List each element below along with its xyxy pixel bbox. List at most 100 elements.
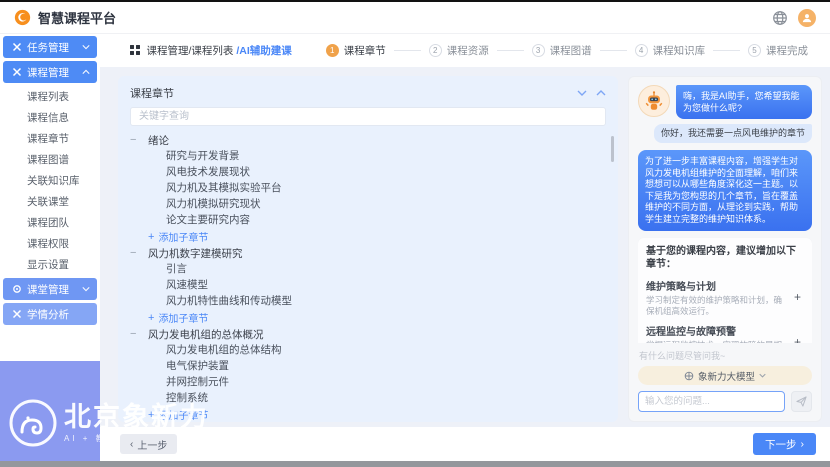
step-number: 3	[532, 44, 545, 57]
tree-child-row[interactable]: 研究与开发背景	[130, 148, 606, 164]
sidebar-subitem[interactable]: 课程章节	[0, 128, 100, 149]
prev-step-button[interactable]: ‹上一步	[120, 434, 177, 454]
tree-child-row[interactable]: 风电技术发展现状	[130, 164, 606, 180]
chapter-label: 绪论	[148, 133, 169, 148]
chapter-label: 风力机数字建模研究	[148, 246, 243, 261]
stepper-step[interactable]: 5课程完成	[748, 43, 808, 58]
collapse-toggle-icon[interactable]: −	[130, 330, 139, 339]
model-selector-label: 象新力大模型	[698, 369, 755, 383]
step-connector	[497, 50, 524, 51]
chevron-down-icon	[759, 373, 766, 378]
sidebar-item-label: 课程权限	[27, 236, 69, 251]
sidebar-item-label: 关联课堂	[27, 194, 69, 209]
stepper-step[interactable]: 3 课程图谱	[532, 43, 592, 58]
tree-child-row[interactable]: 论文主要研究内容	[130, 212, 606, 228]
ai-greeting-bubble: 嗨，我是AI助手，您希望我能为您做什么呢?	[676, 85, 812, 119]
sidebar-bottom-fill	[0, 361, 100, 461]
step-number: 5	[748, 44, 761, 57]
tree-parent-row[interactable]: −风力发电机组的总体概况	[130, 326, 606, 342]
next-step-button[interactable]: 下一步›	[753, 433, 816, 455]
stepper-step[interactable]: 1 课程章节	[326, 43, 386, 58]
suggestion-text: 远程监控与故障预警掌握远程监控技术，实现故障的早期预警与处理。	[646, 323, 787, 343]
plus-icon: +	[148, 409, 154, 421]
tree-child-row[interactable]: 风力机模拟研究现状	[130, 196, 606, 212]
platform-logo-icon	[14, 9, 31, 26]
model-icon	[684, 371, 694, 381]
collapse-toggle-icon[interactable]: −	[130, 136, 139, 145]
tree-child-row[interactable]: 风力机及其模拟实验平台	[130, 180, 606, 196]
grid-icon	[130, 45, 140, 55]
stepper-step[interactable]: 4 课程知识库	[635, 43, 706, 58]
sidebar-subitem[interactable]: 课程团队	[0, 212, 100, 233]
tree-child-row[interactable]: 风速模型	[130, 277, 606, 293]
chevron-down-icon	[82, 286, 90, 292]
sidebar-item-label: 课堂管理	[27, 282, 69, 297]
breadcrumb: 课程管理/课程列表 /AI辅助建课	[147, 43, 292, 58]
crossed-arrows-icon	[12, 309, 22, 319]
collapse-all-icon[interactable]	[577, 89, 587, 97]
tree-child-row[interactable]: 风力机特性曲线和传动模型	[130, 293, 606, 309]
sidebar-item-label: 任务管理	[27, 40, 69, 55]
chat-hint: 有什么问题尽管问我~	[639, 349, 811, 362]
breadcrumb-current[interactable]: /AI辅助建课	[236, 45, 291, 57]
chevron-left-icon: ‹	[130, 439, 133, 450]
add-suggestion-button[interactable]: +	[791, 290, 804, 304]
sidebar-subitem[interactable]: 关联知识库	[0, 170, 100, 191]
add-suggestion-button[interactable]: +	[791, 335, 804, 343]
plus-icon: +	[148, 312, 154, 324]
collapse-toggle-icon[interactable]: −	[130, 249, 139, 258]
sidebar-item[interactable]: 任务管理	[3, 36, 97, 58]
tree-child-row[interactable]: 控制系统	[130, 390, 606, 406]
add-subchapter-label: 添加子章节	[158, 407, 208, 422]
user-avatar[interactable]	[798, 9, 816, 27]
ai-robot-avatar	[638, 85, 670, 117]
sidebar-item[interactable]: 课堂管理	[3, 278, 97, 300]
model-selector[interactable]: 象新力大模型	[638, 366, 812, 385]
step-label: 课程资源	[447, 43, 489, 58]
globe-icon[interactable]	[772, 10, 788, 26]
page-topbar: 课程管理/课程列表 /AI辅助建课 1 课程章节 2课程资源 3 课程图谱 4 课程知识库 5…	[100, 33, 830, 67]
chapter-label: 风力发电机组的总体概况	[148, 327, 264, 342]
add-subchapter-link[interactable]: +添加子章节	[130, 228, 606, 245]
suggestion-description: 学习制定有效的维护策略和计划，确保机组高效运行。	[646, 295, 787, 316]
tree-child-row[interactable]: 风力发电机组的总体结构	[130, 342, 606, 358]
tree-child-row[interactable]: 电气保护装置	[130, 358, 606, 374]
sidebar-item-label: 学情分析	[27, 307, 69, 322]
send-button[interactable]	[791, 391, 812, 412]
sidebar-subitem[interactable]: 课程图谱	[0, 149, 100, 170]
gear-icon	[12, 284, 22, 294]
sidebar-subitem[interactable]: 课程信息	[0, 107, 100, 128]
chapters-panel: 课程章节 −绪论研究与开发背景风电技术发展现状风力机及其模拟实验平台风力机模拟研…	[118, 76, 618, 422]
step-connector	[713, 50, 740, 51]
step-number: 4	[635, 44, 648, 57]
tree-scrollbar[interactable]	[611, 136, 614, 162]
sidebar-subitem[interactable]: 关联课堂	[0, 191, 100, 212]
chevron-right-icon: ›	[801, 438, 805, 450]
tree-parent-row[interactable]: −风力机数字建模研究	[130, 245, 606, 261]
sidebar-subitem[interactable]: 课程权限	[0, 233, 100, 254]
sidebar-item[interactable]: 课程管理	[3, 61, 97, 83]
wizard-footer: ‹上一步 下一步›	[100, 427, 830, 461]
chapter-tree: −绪论研究与开发背景风电技术发展现状风力机及其模拟实验平台风力机模拟研究现状论文…	[130, 132, 606, 423]
add-subchapter-link[interactable]: +添加子章节	[130, 309, 606, 326]
add-subchapter-link[interactable]: + 添加子章节	[130, 406, 606, 423]
suggestion-item: 远程监控与故障预警掌握远程监控技术，实现故障的早期预警与处理。 +	[646, 323, 804, 343]
sidebar-subitem[interactable]: 显示设置	[0, 254, 100, 275]
tree-parent-row[interactable]: −绪论	[130, 132, 606, 148]
tree-child-row[interactable]: 引言	[130, 261, 606, 277]
sidebar-subitem[interactable]: 课程列表	[0, 86, 100, 107]
step-label: 课程章节	[344, 43, 386, 58]
suggestion-title: 远程监控与故障预警	[646, 323, 787, 338]
sidebar-item-label: 关联知识库	[27, 173, 80, 188]
sidebar-item[interactable]: 学情分析	[3, 303, 97, 325]
tree-child-row[interactable]: 并网控制元件	[130, 374, 606, 390]
step-label: 课程图谱	[550, 43, 592, 58]
question-input[interactable]	[638, 391, 785, 412]
stepper-step[interactable]: 2课程资源	[429, 43, 489, 58]
letterbox-top	[0, 0, 830, 2]
keyword-search-input[interactable]	[130, 107, 606, 126]
sidebar-item-label: 课程管理	[27, 65, 69, 80]
expand-all-icon[interactable]	[596, 89, 606, 97]
step-number: 1	[326, 44, 339, 57]
step-label: 课程知识库	[653, 43, 706, 58]
